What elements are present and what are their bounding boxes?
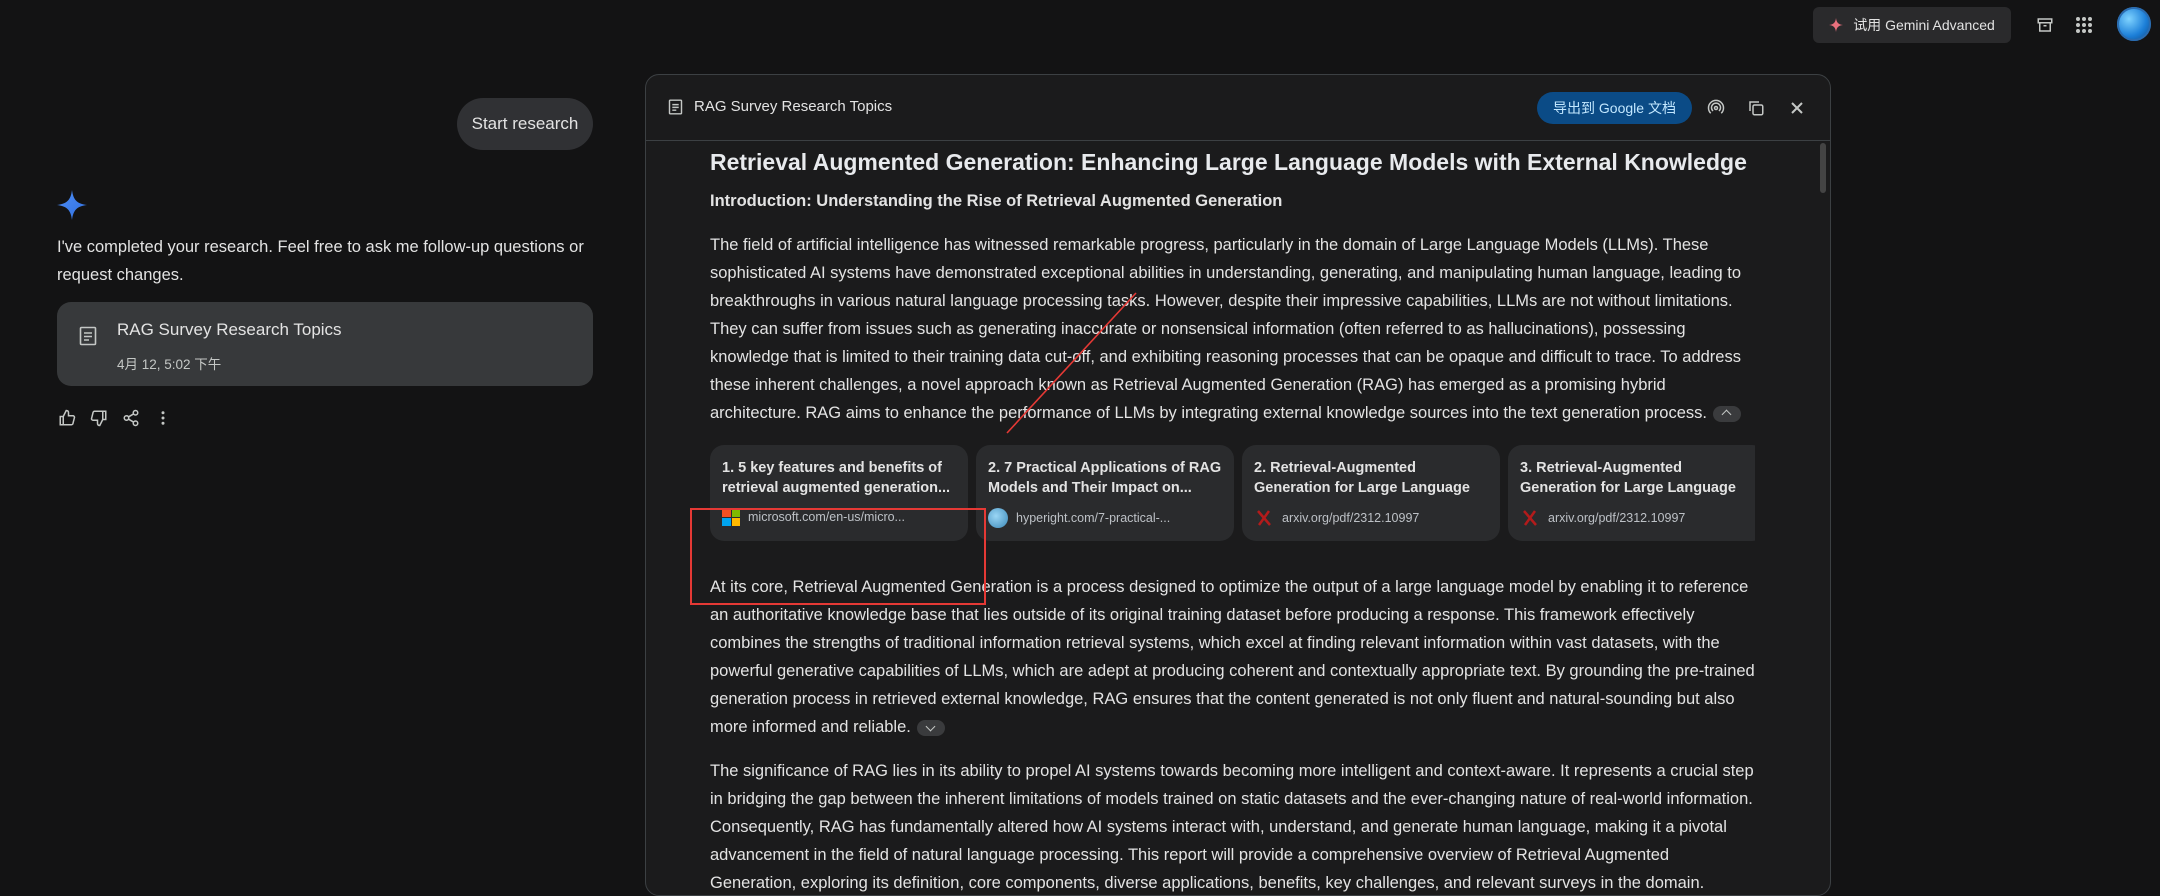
arxiv-logo-icon [1254,508,1274,528]
try-gemini-advanced-button[interactable]: 试用 Gemini Advanced [1813,7,2011,43]
expand-sources-icon[interactable] [916,719,945,736]
user-message-text: Start research [471,114,579,133]
close-icon[interactable] [1785,96,1809,120]
source-title: 2. Retrieval-Augmented Generation for La… [1254,460,1470,496]
source-title: 3. Retrieval-Augmented Generation for La… [1520,460,1736,496]
apps-grid-icon[interactable] [2070,11,2098,39]
share-icon[interactable] [121,408,141,428]
intro-paragraph-text: The field of artificial intelligence has… [710,236,1742,422]
hyperight-logo-icon [988,508,1008,528]
audio-overview-icon[interactable] [1704,96,1728,120]
archive-icon[interactable] [2031,11,2059,39]
thumbs-up-icon[interactable] [57,408,77,428]
document-icon [79,326,97,346]
research-doc-card[interactable]: RAG Survey Research Topics 4月 12, 5:02 下… [57,302,593,386]
source-title: 2. 7 Practical Applications of RAG Model… [988,460,1222,496]
highlight-box [690,508,986,605]
thumbs-down-icon[interactable] [89,408,109,428]
doc-card-title: RAG Survey Research Topics [117,320,342,339]
collapse-sources-icon[interactable] [1712,405,1741,422]
intro-paragraph: The field of artificial intelligence has… [710,231,1755,427]
export-to-google-docs-button[interactable]: 导出到 Google 文档 [1537,92,1692,124]
panel-title: RAG Survey Research Topics [694,98,893,115]
user-message-bubble: Start research [457,98,593,150]
avatar[interactable] [2117,7,2151,41]
copy-icon[interactable] [1744,96,1768,120]
significance-paragraph: The significance of RAG lies in its abil… [710,762,1754,892]
document-heading: Retrieval Augmented Generation: Enhancin… [710,149,1747,175]
source-card[interactable]: 2. 7 Practical Applications of RAG Model… [976,445,1234,541]
source-url: arxiv.org/pdf/2312.10997 [1282,511,1420,525]
source-card[interactable]: 2. Retrieval-Augmented Generation for La… [1242,445,1500,541]
try-gemini-label: 试用 Gemini Advanced [1853,17,1995,33]
source-title: 1. 5 key features and benefits of retrie… [722,460,951,496]
panel-header: RAG Survey Research Topics 导出到 Google 文档 [646,75,1830,141]
assistant-reply: I've completed your research. Feel free … [57,238,584,284]
source-url: arxiv.org/pdf/2312.10997 [1548,511,1686,525]
sparkle-icon [1829,18,1844,32]
arxiv-logo-icon [1520,508,1540,528]
document-icon [668,99,683,115]
doc-card-date: 4月 12, 5:02 下午 [117,357,222,372]
response-actions [57,408,173,428]
more-options-icon[interactable] [153,408,173,428]
source-card[interactable]: 3. Retrieval-Augmented Generation for La… [1508,445,1755,541]
intro-subheading: Introduction: Understanding the Rise of … [710,192,1283,210]
research-document-panel: RAG Survey Research Topics 导出到 Google 文档… [645,74,1831,896]
source-url: hyperight.com/7-practical-... [1016,511,1171,525]
gemini-sparkle-icon [57,190,87,220]
scrollbar[interactable] [1820,143,1826,193]
